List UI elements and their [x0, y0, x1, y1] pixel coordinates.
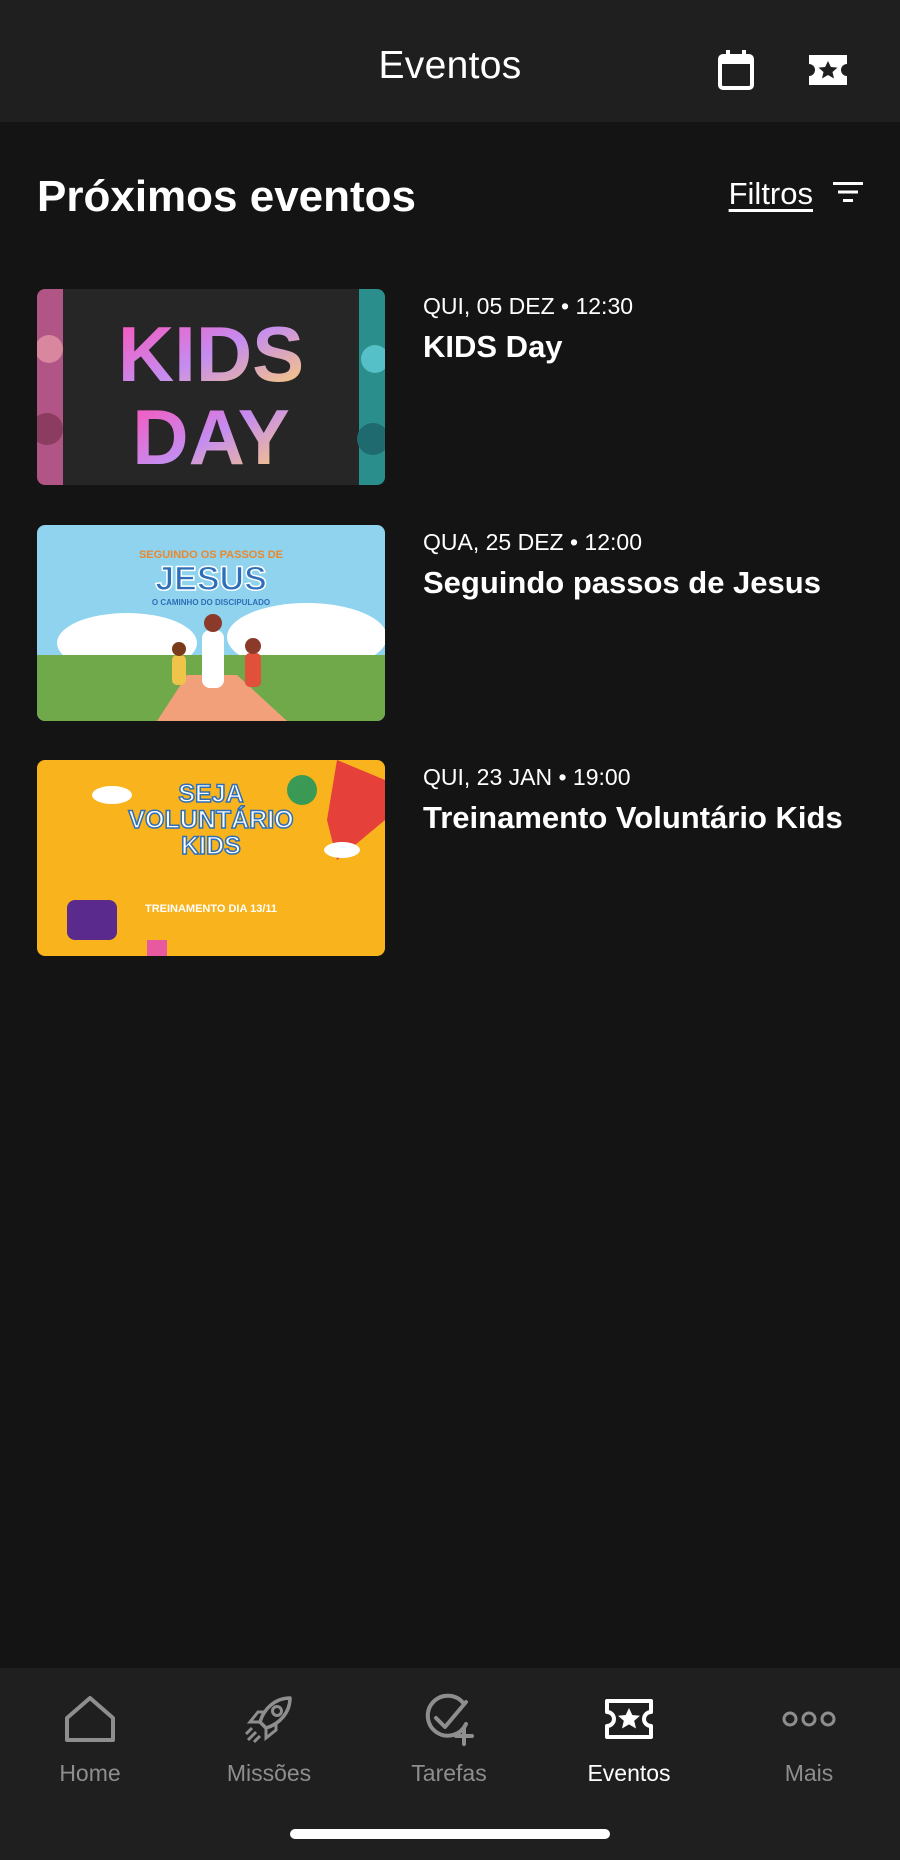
top-bar: Eventos	[0, 0, 900, 122]
tab-missoes[interactable]: Missões	[179, 1688, 359, 1798]
thumb-text-line: O CAMINHO DO DISCIPULADO	[152, 598, 270, 607]
thumb-text-line: KIDS	[181, 832, 241, 860]
tab-label: Missões	[226, 1760, 312, 1786]
rocket-icon	[179, 1688, 359, 1750]
event-thumbnail: SEGUINDO OS PASSOS DE JESUS O CAMINHO DO…	[37, 525, 385, 721]
event-item-kids-day[interactable]: KIDS DAY QUI, 05 DEZ • 12:30 KIDS Day	[37, 289, 863, 485]
event-item-treinamento-voluntario[interactable]: SEJA VOLUNTÁRIO KIDS TREINAMENTO DIA 13/…	[37, 760, 863, 956]
section-header: Próximos eventos Filtros	[37, 168, 863, 228]
event-date: QUA, 25 DEZ • 12:00	[423, 529, 642, 555]
tab-eventos[interactable]: Eventos	[539, 1688, 719, 1798]
tab-mais[interactable]: Mais	[719, 1688, 899, 1798]
home-indicator	[290, 1829, 610, 1839]
ticket-star-icon[interactable]	[806, 48, 850, 92]
filters-label: Filtros	[728, 176, 813, 211]
ticket-star-icon	[539, 1688, 719, 1750]
event-thumbnail: SEJA VOLUNTÁRIO KIDS TREINAMENTO DIA 13/…	[37, 760, 385, 956]
filters-button[interactable]: Filtros	[729, 176, 863, 212]
thumb-text-line: TREINAMENTO DIA 13/11	[145, 903, 277, 915]
task-add-icon	[359, 1688, 539, 1750]
calendar-icon[interactable]	[714, 48, 758, 92]
event-date: QUI, 05 DEZ • 12:30	[423, 293, 634, 319]
tab-home[interactable]: Home	[0, 1688, 180, 1798]
thumb-text-line: JESUS	[155, 560, 267, 598]
thumb-text-line: KIDS	[118, 310, 304, 398]
event-name: KIDS Day	[423, 329, 563, 364]
event-item-seguindo-passos[interactable]: SEGUINDO OS PASSOS DE JESUS O CAMINHO DO…	[37, 525, 863, 721]
tab-label: Eventos	[587, 1760, 671, 1786]
thumb-text-line: VOLUNTÁRIO	[128, 805, 293, 834]
thumb-text-line: DAY	[132, 393, 290, 481]
filter-icon	[833, 180, 863, 209]
tab-tarefas[interactable]: Tarefas	[359, 1688, 539, 1798]
tab-label: Tarefas	[411, 1760, 487, 1786]
home-icon	[0, 1688, 180, 1750]
page-title: Eventos	[378, 44, 522, 87]
section-title: Próximos eventos	[37, 172, 417, 221]
tab-label: Mais	[784, 1760, 834, 1786]
more-icon	[719, 1688, 899, 1750]
event-name: Seguindo passos de Jesus	[423, 565, 821, 600]
event-name: Treinamento Voluntário Kids	[423, 800, 843, 835]
event-thumbnail: KIDS DAY	[37, 289, 385, 485]
thumb-text-line: SEJA	[178, 780, 243, 808]
event-date: QUI, 23 JAN • 19:00	[423, 764, 631, 790]
tab-label: Home	[59, 1760, 121, 1786]
